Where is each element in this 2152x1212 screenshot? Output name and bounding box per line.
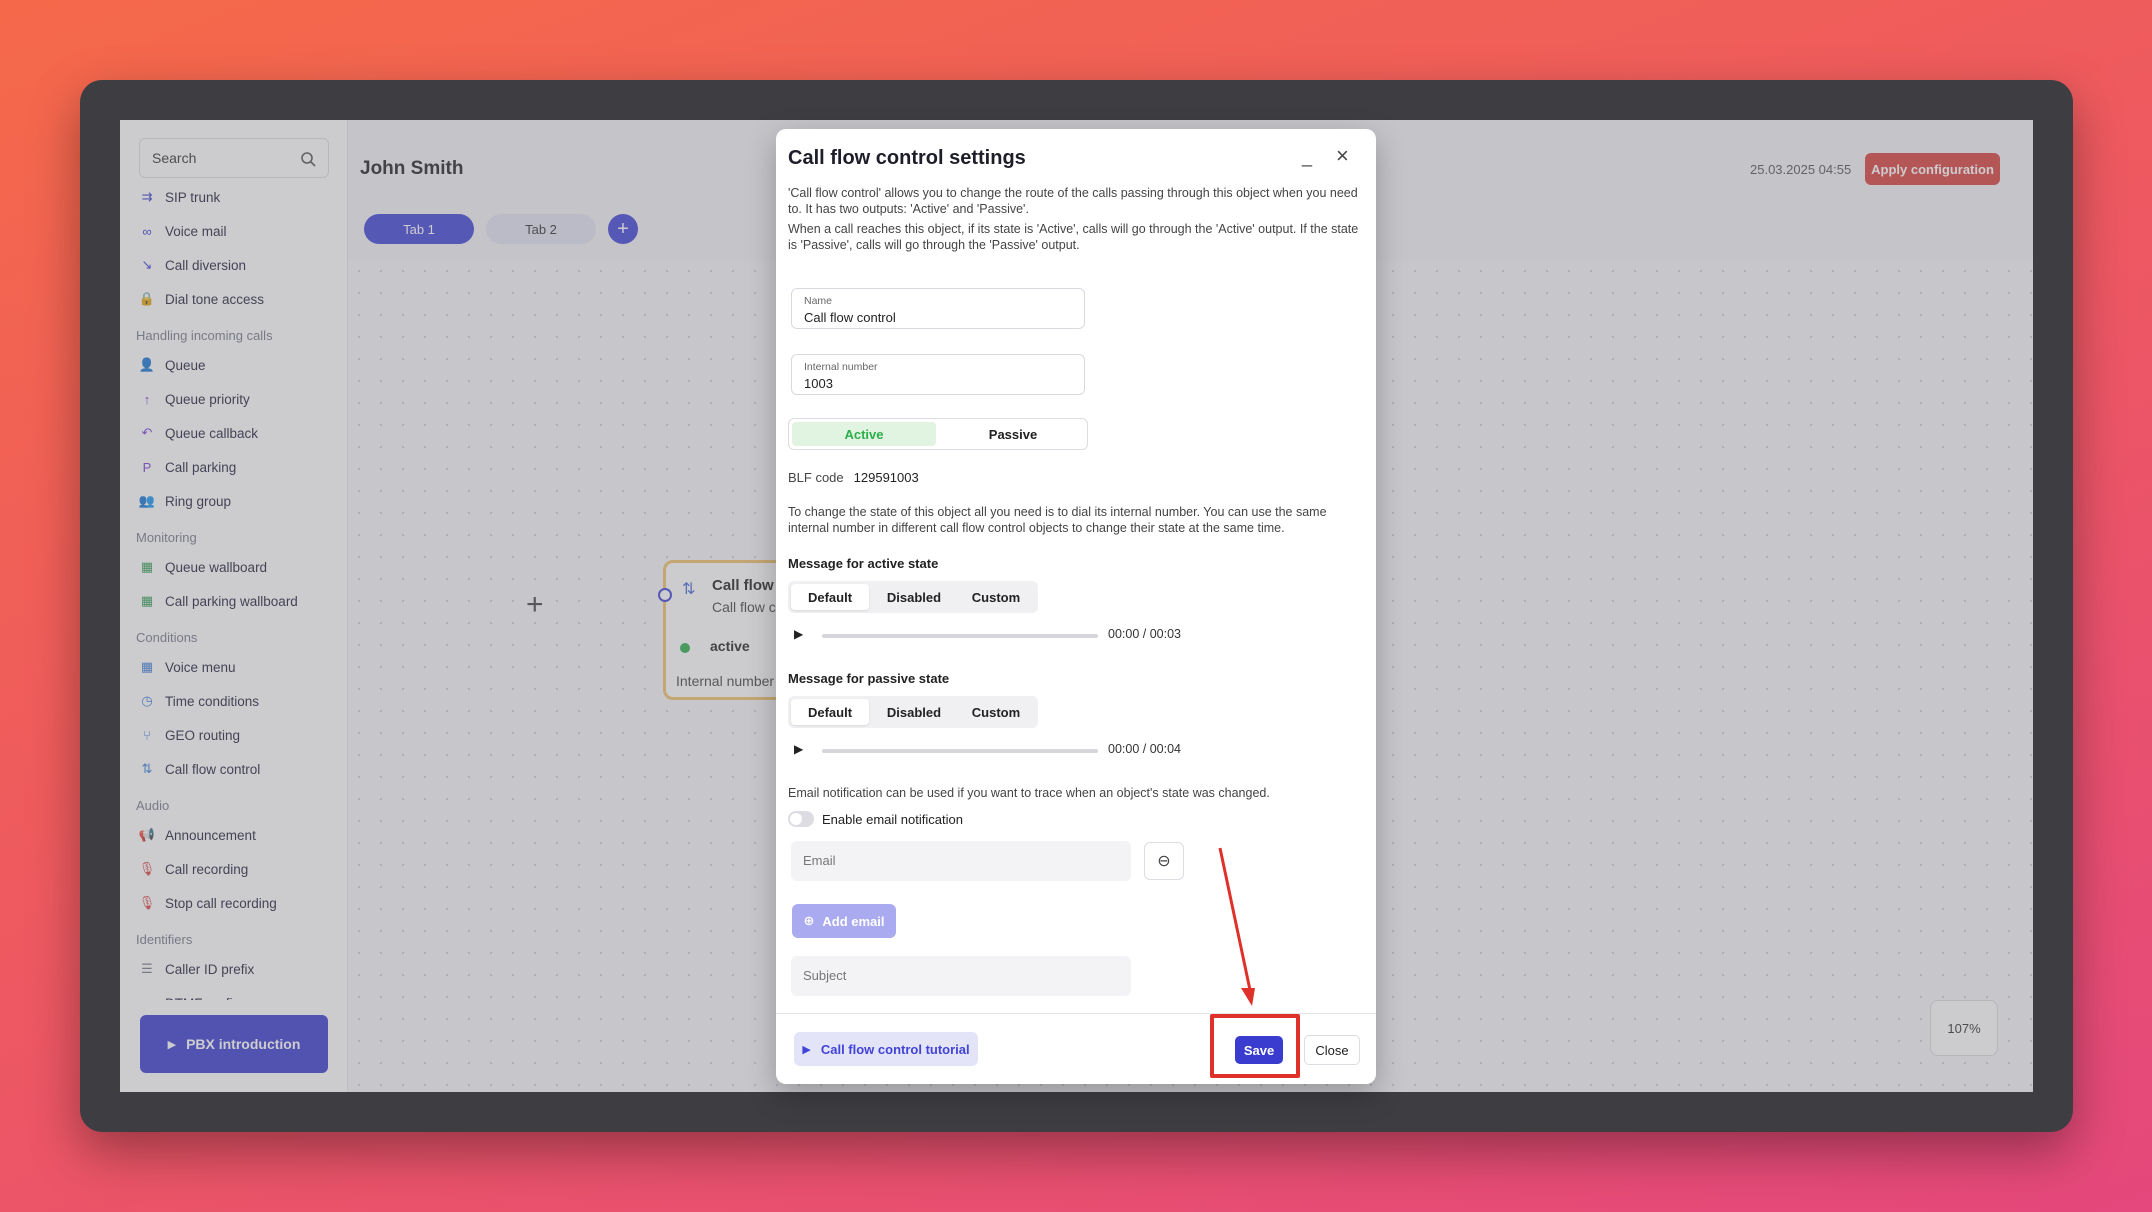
passive-audio-player: ▶ 00:00 / 00:04 bbox=[788, 740, 1208, 760]
play-icon[interactable]: ▶ bbox=[794, 742, 803, 756]
active-message-options: Default Disabled Custom bbox=[788, 581, 1038, 613]
active-default-option[interactable]: Default bbox=[791, 584, 869, 610]
passive-custom-option[interactable]: Custom bbox=[958, 699, 1034, 725]
name-value: Call flow control bbox=[804, 310, 896, 325]
close-button[interactable]: Close bbox=[1304, 1035, 1360, 1065]
play-icon[interactable]: ▶ bbox=[794, 627, 803, 641]
tutorial-button[interactable]: ▶ Call flow control tutorial bbox=[794, 1032, 978, 1066]
audio-progress-bar[interactable] bbox=[822, 634, 1098, 638]
blf-label: BLF code bbox=[788, 470, 844, 485]
email-note: Email notification can be used if you wa… bbox=[788, 786, 1270, 800]
email-input[interactable]: Email bbox=[791, 841, 1131, 881]
subject-input[interactable]: Subject bbox=[791, 956, 1131, 996]
state-toggle: Active Passive bbox=[788, 418, 1088, 450]
plus-circle-icon: ⊕ bbox=[803, 913, 815, 928]
save-highlight-box bbox=[1210, 1014, 1300, 1078]
subject-placeholder: Subject bbox=[803, 968, 847, 983]
passive-default-option[interactable]: Default bbox=[791, 699, 869, 725]
name-field[interactable]: Name Call flow control bbox=[791, 288, 1085, 329]
active-audio-time: 00:00 / 00:03 bbox=[1108, 627, 1181, 641]
enable-email-label: Enable email notification bbox=[822, 811, 963, 827]
name-label: Name bbox=[804, 295, 833, 307]
intro-text-1: 'Call flow control' allows you to change… bbox=[788, 186, 1358, 216]
internal-number-value: 1003 bbox=[804, 376, 833, 391]
settings-modal: Call flow control settings _ × 'Call flo… bbox=[776, 129, 1376, 1084]
passive-message-options: Default Disabled Custom bbox=[788, 696, 1038, 728]
minus-circle-icon: ⊖ bbox=[1157, 853, 1171, 870]
state-note: To change the state of this object all y… bbox=[788, 505, 1327, 535]
audio-progress-bar[interactable] bbox=[822, 749, 1098, 753]
active-message-title: Message for active state bbox=[788, 556, 939, 571]
passive-disabled-option[interactable]: Disabled bbox=[874, 699, 954, 725]
tutorial-label: Call flow control tutorial bbox=[820, 1041, 970, 1057]
add-email-button[interactable]: ⊕ Add email bbox=[792, 904, 896, 938]
minimize-icon[interactable]: _ bbox=[1302, 147, 1312, 168]
active-custom-option[interactable]: Custom bbox=[958, 584, 1034, 610]
intro-text-2: When a call reaches this object, if its … bbox=[788, 222, 1359, 252]
remove-email-button[interactable]: ⊖ bbox=[1144, 842, 1184, 880]
state-active-option[interactable]: Active bbox=[792, 422, 936, 446]
internal-number-label: Internal number bbox=[804, 361, 878, 373]
passive-audio-time: 00:00 / 00:04 bbox=[1108, 742, 1181, 756]
add-email-label: Add email bbox=[822, 913, 885, 929]
active-audio-player: ▶ 00:00 / 00:03 bbox=[788, 625, 1208, 645]
internal-number-field[interactable]: Internal number 1003 bbox=[791, 354, 1085, 395]
close-icon[interactable]: × bbox=[1336, 143, 1349, 169]
active-disabled-option[interactable]: Disabled bbox=[874, 584, 954, 610]
annotation-arrow bbox=[1218, 847, 1255, 1006]
play-icon: ▶ bbox=[802, 1043, 811, 1056]
passive-message-title: Message for passive state bbox=[788, 671, 950, 686]
blf-code: BLF code 129591003 bbox=[788, 470, 919, 485]
modal-title: Call flow control settings bbox=[788, 147, 1026, 169]
enable-email-row: Enable email notification bbox=[788, 811, 963, 827]
enable-email-toggle[interactable] bbox=[788, 811, 814, 827]
email-placeholder: Email bbox=[803, 853, 836, 868]
blf-value: 129591003 bbox=[853, 470, 919, 485]
state-passive-option[interactable]: Passive bbox=[941, 422, 1085, 446]
